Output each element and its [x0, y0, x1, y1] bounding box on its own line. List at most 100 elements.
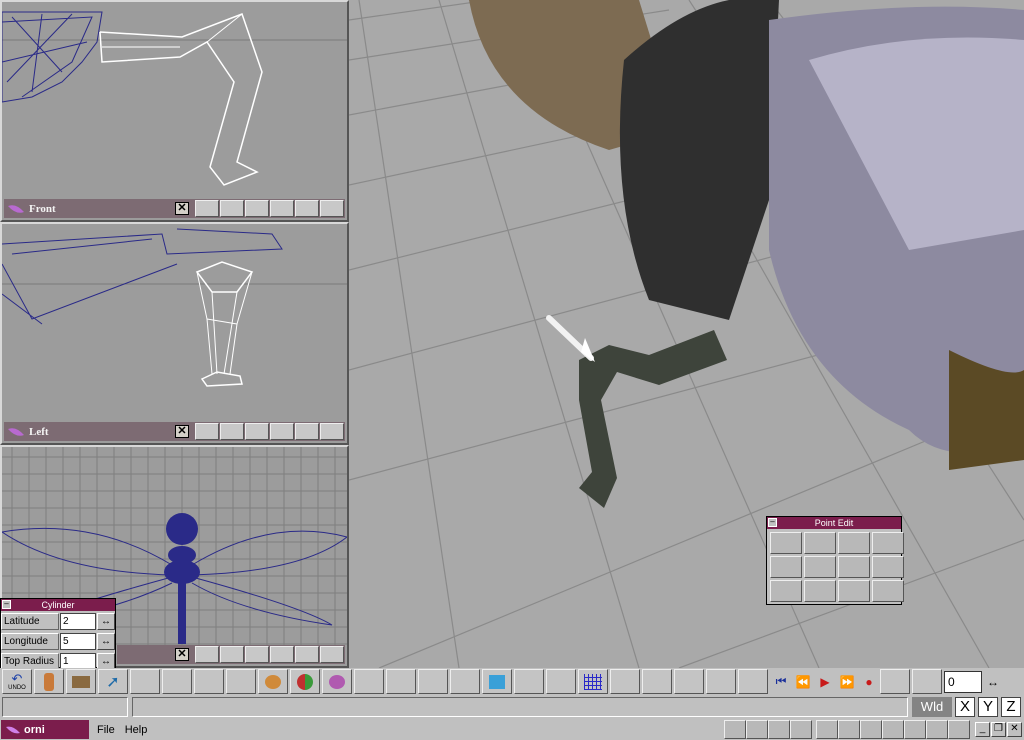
- animate-tool-icon[interactable]: [738, 669, 768, 694]
- rotate-tool-icon[interactable]: [162, 669, 192, 694]
- close-icon[interactable]: ✕: [175, 425, 189, 438]
- grid-tool-icon[interactable]: [578, 669, 608, 694]
- rotate-view-icon[interactable]: [195, 200, 219, 217]
- scale-points-icon[interactable]: [838, 532, 870, 554]
- status-field-left: [2, 697, 128, 717]
- play-icon[interactable]: ▶: [814, 669, 836, 694]
- zoom-view-icon[interactable]: [270, 200, 294, 217]
- figure-tool-icon[interactable]: [514, 669, 544, 694]
- render-mode-icon[interactable]: [245, 200, 269, 217]
- pan-view-icon[interactable]: [220, 646, 244, 663]
- loop-tool-icon[interactable]: [642, 669, 672, 694]
- color-tool-icon[interactable]: [290, 669, 320, 694]
- axis-icon[interactable]: [320, 423, 344, 440]
- lathe-tool-icon[interactable]: [706, 669, 736, 694]
- wireframe-icon[interactable]: [295, 423, 319, 440]
- pan-view-icon[interactable]: [220, 200, 244, 217]
- axis-x-toggle[interactable]: X: [955, 697, 975, 717]
- zoom-view-icon[interactable]: [270, 646, 294, 663]
- cylinder-panel-titlebar[interactable]: – Cylinder: [1, 599, 115, 611]
- longitude-spinner-icon[interactable]: ↔: [97, 633, 115, 650]
- perspective-viewport[interactable]: [349, 0, 1024, 668]
- box-tool-icon[interactable]: [66, 669, 96, 694]
- cylinder-tool-icon[interactable]: [34, 669, 64, 694]
- select-loop-icon[interactable]: [770, 556, 802, 578]
- extrude-icon[interactable]: [804, 556, 836, 578]
- smooth-icon[interactable]: [838, 556, 870, 578]
- zoom-view-icon[interactable]: [270, 423, 294, 440]
- left-view-icon[interactable]: [746, 720, 768, 739]
- close-icon[interactable]: ✕: [175, 202, 189, 215]
- funnel-tool-icon[interactable]: [386, 669, 416, 694]
- minimize-icon[interactable]: –: [768, 518, 777, 527]
- rotate-view-icon[interactable]: [195, 646, 219, 663]
- record-icon[interactable]: ●: [858, 669, 880, 694]
- delete-points-icon[interactable]: [838, 580, 870, 602]
- plane-tool-icon[interactable]: [610, 669, 640, 694]
- texture-icon[interactable]: [838, 720, 860, 739]
- preview-icon[interactable]: [926, 720, 948, 739]
- longitude-input[interactable]: 5: [60, 633, 96, 650]
- export-icon[interactable]: [948, 720, 970, 739]
- render-mode-icon[interactable]: [245, 423, 269, 440]
- subdivide-icon[interactable]: [804, 580, 836, 602]
- persp-view-icon[interactable]: [790, 720, 812, 739]
- grid-points-icon[interactable]: [872, 532, 904, 554]
- select-arrow-icon[interactable]: ➚: [98, 669, 128, 694]
- weld-icon[interactable]: [872, 556, 904, 578]
- go-to-start-icon[interactable]: ⏮: [770, 669, 792, 694]
- spline-tool-icon[interactable]: [354, 669, 384, 694]
- undo-button[interactable]: ↶ UNDO: [2, 669, 32, 694]
- bend-tool-icon[interactable]: [674, 669, 704, 694]
- axis-tool-icon[interactable]: [546, 669, 576, 694]
- restore-window-icon[interactable]: ❐: [991, 722, 1006, 737]
- left-viewport[interactable]: Left ✕: [0, 222, 349, 445]
- top-view-icon[interactable]: [768, 720, 790, 739]
- wireframe-icon[interactable]: [295, 646, 319, 663]
- select-points-icon[interactable]: [770, 532, 802, 554]
- frame-spinner-icon[interactable]: ↔: [982, 669, 1004, 694]
- menu-help[interactable]: Help: [125, 724, 148, 736]
- close-window-icon[interactable]: ✕: [1007, 722, 1022, 737]
- minimize-window-icon[interactable]: _: [975, 722, 990, 737]
- render-mode-icon[interactable]: [245, 646, 269, 663]
- extrude-tool-icon[interactable]: [226, 669, 256, 694]
- render-icon[interactable]: [904, 720, 926, 739]
- main-toolbar: ↶ UNDO ➚ ⏮ ⏪ ▶ ⏩ ● 0 ↔: [0, 668, 1024, 695]
- wireframe-icon[interactable]: [295, 200, 319, 217]
- paint-icon[interactable]: [882, 720, 904, 739]
- menu-file[interactable]: File: [97, 724, 115, 736]
- point-edit-titlebar[interactable]: – Point Edit: [767, 517, 901, 529]
- move-points-icon[interactable]: [804, 532, 836, 554]
- select-all-icon[interactable]: [770, 580, 802, 602]
- menu-bar: orni File Help _ ❐ ✕: [0, 719, 1024, 740]
- scene-icon[interactable]: [860, 720, 882, 739]
- loop-playback-icon[interactable]: [912, 669, 942, 694]
- latitude-input[interactable]: 2: [60, 613, 96, 630]
- scale-tool-icon[interactable]: [194, 669, 224, 694]
- axis-z-toggle[interactable]: Z: [1001, 697, 1021, 717]
- sphere-tool-icon[interactable]: [258, 669, 288, 694]
- axis-icon[interactable]: [320, 200, 344, 217]
- latitude-spinner-icon[interactable]: ↔: [97, 613, 115, 630]
- coord-space-indicator[interactable]: Wld: [912, 697, 952, 717]
- step-back-icon[interactable]: ⏪: [792, 669, 814, 694]
- rotate-view-icon[interactable]: [195, 423, 219, 440]
- texture-tool-icon[interactable]: [418, 669, 448, 694]
- pan-view-icon[interactable]: [220, 423, 244, 440]
- point-bone-icon[interactable]: [872, 580, 904, 602]
- minimize-icon[interactable]: –: [2, 600, 11, 609]
- frame-input[interactable]: 0: [944, 670, 982, 693]
- close-icon[interactable]: ✕: [175, 648, 189, 661]
- keyframe-tool-icon[interactable]: [880, 669, 910, 694]
- front-viewport[interactable]: Front ✕: [0, 0, 349, 222]
- model-icon[interactable]: [816, 720, 838, 739]
- axis-y-toggle[interactable]: Y: [978, 697, 998, 717]
- cluster-tool-icon[interactable]: [322, 669, 352, 694]
- move-tool-icon[interactable]: [130, 669, 160, 694]
- axis-icon[interactable]: [320, 646, 344, 663]
- front-view-icon[interactable]: [724, 720, 746, 739]
- step-forward-icon[interactable]: ⏩: [836, 669, 858, 694]
- layers-tool-icon[interactable]: [450, 669, 480, 694]
- cube-tool-icon[interactable]: [482, 669, 512, 694]
